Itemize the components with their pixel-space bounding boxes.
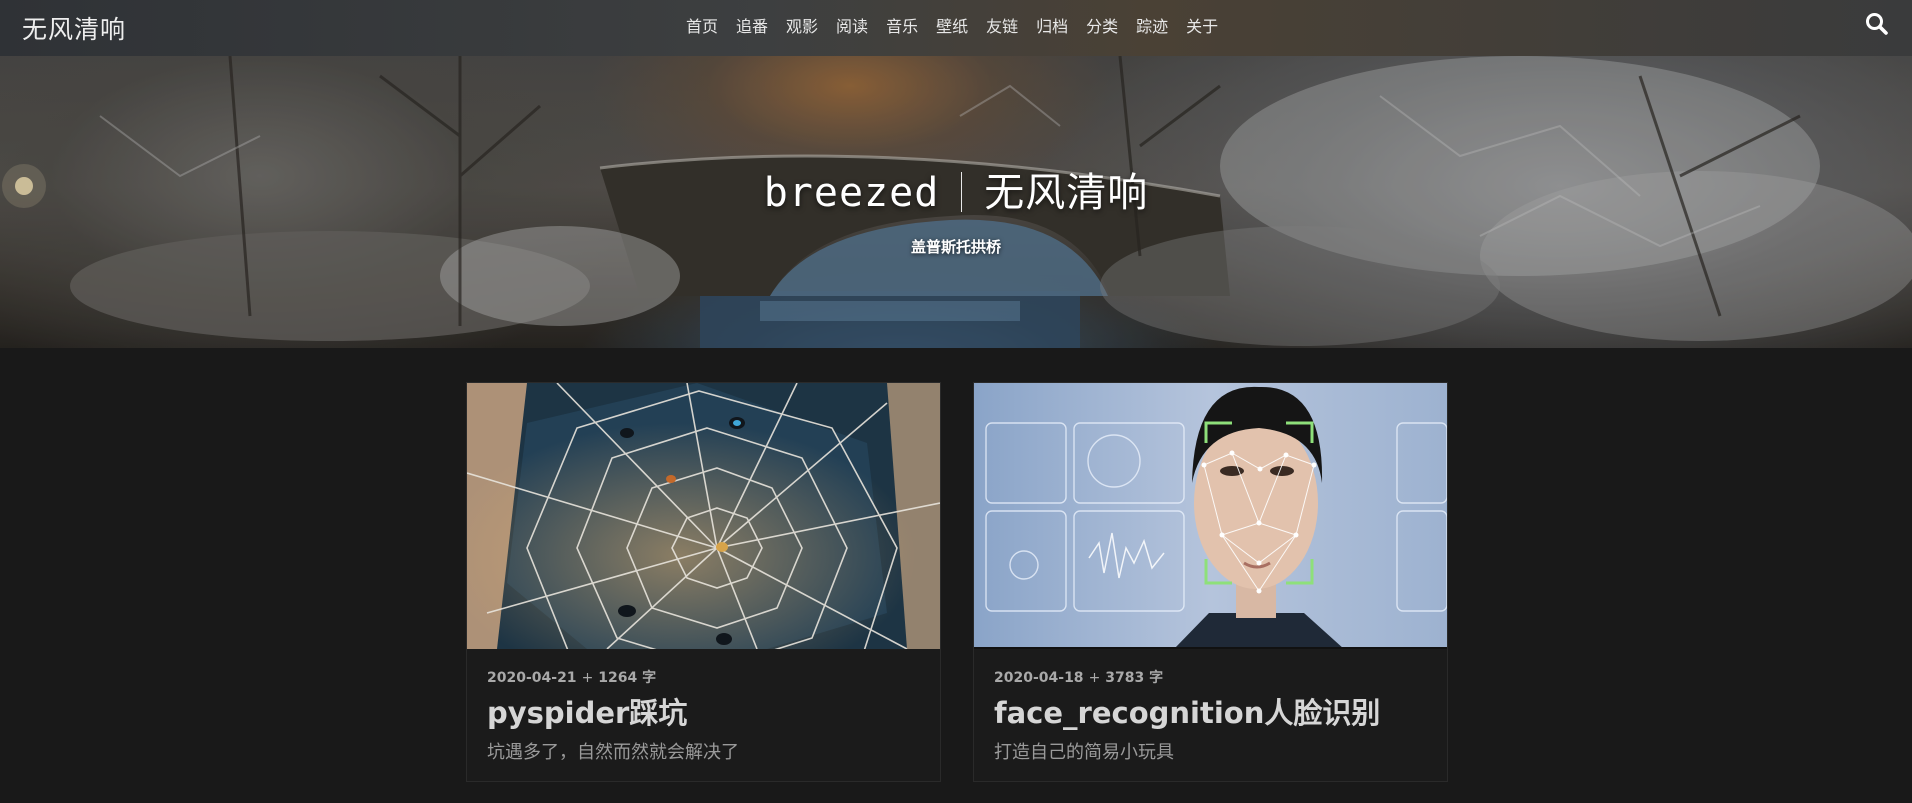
hero-title-cn: 无风清响	[984, 170, 1149, 216]
nav-menu: 首页 追番 观影 阅读 音乐 壁纸 友链 归档 分类 踪迹 关于	[686, 15, 1218, 39]
post-title[interactable]: face_recognition人脸识别	[994, 690, 1380, 732]
hero-title-en: breezed	[763, 170, 940, 216]
post-list: 2020-04-21 +1264 字 pyspider踩坑 坑遇多了，自然而然就会…	[0, 348, 1912, 803]
nav-item-home[interactable]: 首页	[686, 15, 718, 39]
meta-separator: +	[1088, 670, 1101, 686]
post-excerpt: 坑遇多了，自然而然就会解决了	[487, 742, 739, 763]
hero-subtitle: 盖普斯托拱桥	[910, 238, 1001, 256]
site-brand[interactable]: 无风清响	[22, 10, 126, 46]
nav-item-wallpaper[interactable]: 壁纸	[936, 15, 968, 39]
post-title[interactable]: pyspider踩坑	[487, 690, 687, 732]
top-navbar: 无风清响 首页 追番 观影 阅读 音乐 壁纸 友链 归档 分类 踪迹 关于	[0, 0, 1912, 56]
post-thumbnail[interactable]	[467, 383, 940, 649]
post-meta: 2020-04-18 +3783 字	[994, 667, 1163, 687]
nav-item-categories[interactable]: 分类	[1086, 15, 1118, 39]
post-card[interactable]: 2020-04-21 +1264 字 pyspider踩坑 坑遇多了，自然而然就会…	[466, 382, 941, 782]
post-meta: 2020-04-21 +1264 字	[487, 667, 656, 687]
spider-web-image	[467, 383, 940, 649]
search-icon	[1866, 13, 1888, 35]
nav-item-music[interactable]: 音乐	[886, 15, 918, 39]
nav-item-trail[interactable]: 踪迹	[1136, 15, 1168, 39]
post-date: 2020-04-18	[994, 670, 1084, 686]
nav-item-reading[interactable]: 阅读	[836, 15, 868, 39]
search-button[interactable]	[1864, 11, 1890, 37]
post-word-count: 1264 字	[598, 670, 657, 686]
meta-separator: +	[581, 670, 594, 686]
hero-title-divider	[961, 172, 963, 212]
face-recognition-image	[974, 383, 1447, 649]
hero-title: breezed 无风清响	[0, 160, 1912, 218]
nav-item-archive[interactable]: 归档	[1036, 15, 1068, 39]
hero-banner: breezed 无风清响 盖普斯托拱桥	[0, 56, 1912, 348]
nav-item-about[interactable]: 关于	[1186, 15, 1218, 39]
nav-item-anime[interactable]: 追番	[736, 15, 768, 39]
post-word-count: 3783 字	[1105, 670, 1164, 686]
nav-item-friends[interactable]: 友链	[986, 15, 1018, 39]
post-date: 2020-04-21	[487, 670, 577, 686]
nav-item-movies[interactable]: 观影	[786, 15, 818, 39]
post-card[interactable]: 2020-04-18 +3783 字 face_recognition人脸识别 打…	[973, 382, 1448, 782]
post-excerpt: 打造自己的简易小玩具	[994, 742, 1174, 763]
post-thumbnail[interactable]	[974, 383, 1447, 649]
